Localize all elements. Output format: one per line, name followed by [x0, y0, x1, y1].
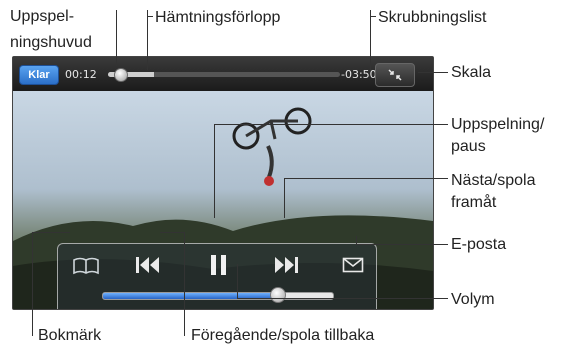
callout-playhead: Uppspel- ningshuvud [10, 8, 92, 51]
leader-scrubber [370, 10, 371, 70]
callout-email: E-posta [451, 236, 507, 253]
scrubber-bar[interactable] [108, 72, 340, 77]
playhead[interactable] [113, 68, 128, 82]
video-player-screen: Klar 00:12 -03:50 [12, 56, 434, 310]
leader-previous-v [184, 232, 185, 336]
callout-bookmark: Bokmärk [38, 327, 102, 344]
leader-bookmark-v [32, 232, 33, 336]
done-button[interactable]: Klar [19, 65, 59, 85]
leader-next-v [284, 178, 285, 218]
previous-rewind-icon[interactable] [134, 254, 162, 276]
leader-download-tick [147, 16, 153, 17]
pause-icon[interactable] [208, 252, 230, 278]
callout-volume: Volym [451, 291, 495, 308]
callout-play-pause: Uppspelning/ paus [451, 116, 545, 155]
leader-play-pause-h [214, 124, 448, 125]
bookmark-icon[interactable] [72, 256, 100, 276]
leader-email-v [356, 236, 357, 244]
volume-knob[interactable] [269, 287, 286, 303]
leader-scale [418, 72, 448, 73]
remaining-time: -03:50 [341, 68, 377, 81]
leader-playhead [116, 10, 117, 66]
callout-next-forward: Nästa/spola framåt [451, 172, 536, 211]
next-forward-icon[interactable] [272, 254, 300, 276]
leader-previous-h [160, 232, 184, 233]
leader-next-h [284, 178, 448, 179]
scale-icon [388, 69, 402, 81]
callout-download-progress: Hämtningsförlopp [155, 9, 281, 26]
leader-play-pause-v [214, 124, 215, 218]
leader-volume-h [237, 298, 448, 299]
leader-email-h [356, 244, 448, 245]
leader-scrubber-tick [370, 16, 376, 17]
callout-scrubber-bar: Skrubbningslist [378, 9, 487, 26]
leader-download [147, 10, 148, 70]
email-icon[interactable] [342, 257, 364, 273]
scale-button[interactable] [375, 63, 415, 87]
leader-volume-v [237, 264, 238, 298]
callout-scale: Skala [451, 64, 492, 81]
callout-previous-rewind: Föregående/spola tillbaka [191, 327, 375, 344]
leader-bookmark-h [32, 232, 70, 233]
elapsed-time: 00:12 [65, 68, 97, 81]
playback-controls-panel [57, 243, 377, 309]
